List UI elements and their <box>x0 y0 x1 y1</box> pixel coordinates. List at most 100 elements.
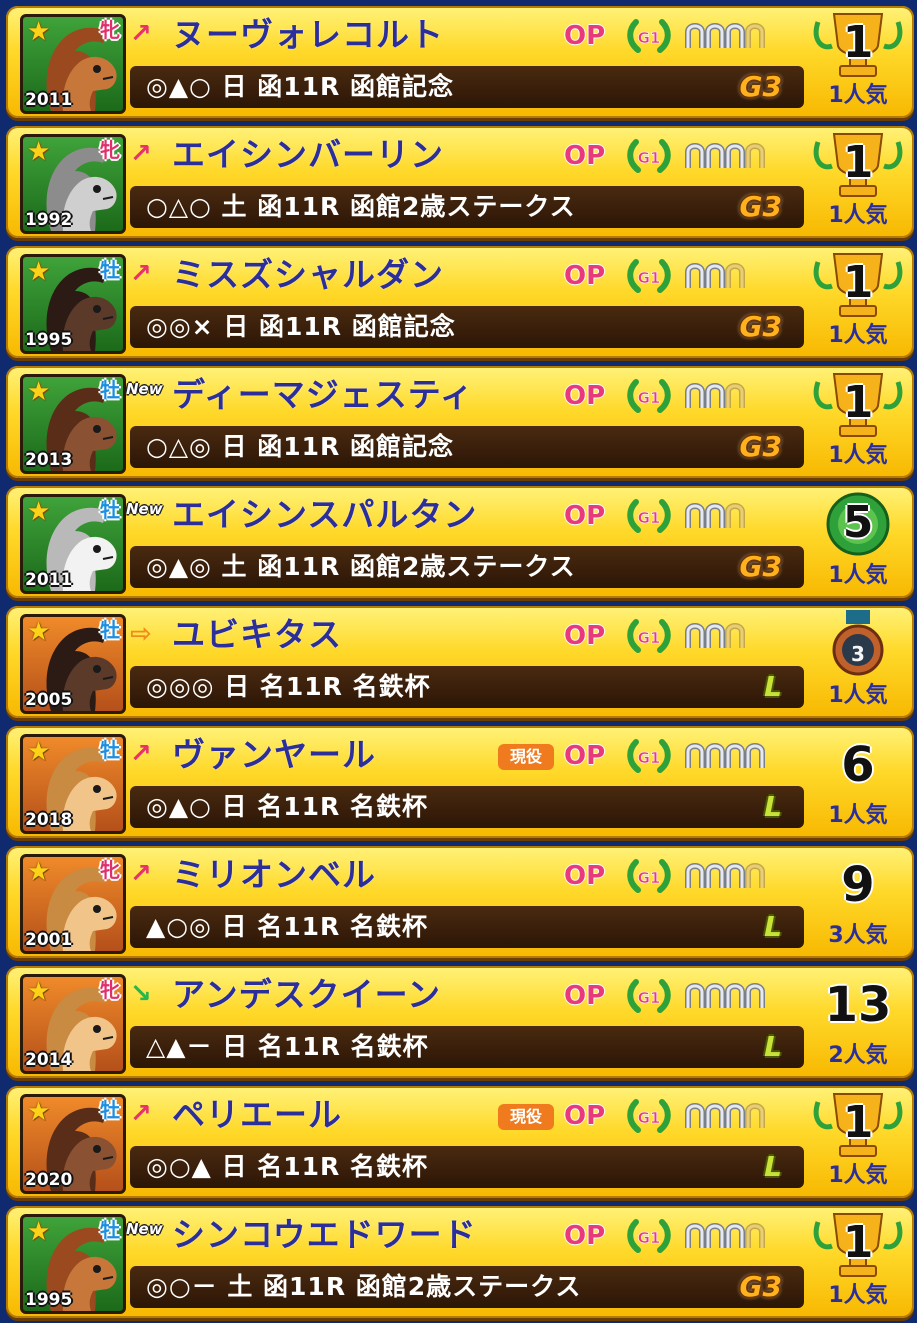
favorite-star-icon: ★ <box>27 17 51 47</box>
horseshoe-icon <box>745 1223 765 1248</box>
horseshoe-icon <box>725 863 745 888</box>
birth-year: 2001 <box>25 930 73 950</box>
op-label: OP <box>564 381 606 411</box>
horse-name: アンデスクイーン <box>172 975 442 1014</box>
g1-laurel-icon: G1 <box>627 499 671 533</box>
horse-portrait: ★ 牡 2018 <box>20 734 126 834</box>
horseshoe-icon <box>745 23 765 48</box>
race-info: ▲○◎ 日 名11R 名鉄杯 <box>146 912 429 941</box>
horseshoe-icon <box>705 1223 725 1248</box>
race-grade: L <box>764 670 782 703</box>
popularity-label: 1人気 <box>828 203 888 228</box>
race-info-bar: ◎○▲ 日 名11R 名鉄杯 L <box>130 1146 804 1188</box>
horseshoe-icon <box>725 1103 745 1128</box>
op-label: OP <box>564 21 606 51</box>
race-info-bar: ◎○－ 土 函11R 函館2歳ステークス G3 <box>130 1266 804 1308</box>
horseshoe-icon <box>685 863 705 888</box>
horse-row[interactable]: ★ 牡 2018 ↗ ヴァンヤール 現役 OP G1 ◎▲○ 日 名11R 名鉄… <box>6 726 914 838</box>
trend-arrow-icon: ↗ <box>130 739 152 769</box>
horseshoe-rating <box>684 20 765 52</box>
horseshoe-icon <box>705 503 725 528</box>
horse-portrait: ★ 牡 2005 <box>20 614 126 714</box>
birth-year: 1992 <box>25 210 73 230</box>
finish-rank: 6 1人気 <box>808 730 908 834</box>
horse-row[interactable]: ★ 牝 2011 ↗ ヌーヴォレコルト OP G1 ◎▲○ 日 函11R 函館記… <box>6 6 914 118</box>
rank-number: 1 <box>842 1097 874 1148</box>
race-grade: G3 <box>739 190 782 223</box>
race-info: ○△○ 土 函11R 函館2歳ステークス <box>146 192 576 221</box>
svg-text:G1: G1 <box>638 1229 661 1247</box>
svg-text:G1: G1 <box>638 869 661 887</box>
horse-row[interactable]: ★ 牝 1992 ↗ エイシンバーリン OP G1 ○△○ 土 函11R 函館2… <box>6 126 914 238</box>
g1-laurel-icon: G1 <box>627 979 671 1013</box>
horse-name: ディーマジェスティ <box>172 375 474 414</box>
horseshoe-icon <box>685 743 705 768</box>
race-grade: G3 <box>739 430 782 463</box>
trend-arrow-icon: ↗ <box>130 859 152 889</box>
g1-laurel-icon: G1 <box>627 139 671 173</box>
finish-rank: 1 1人気 <box>808 1090 908 1194</box>
active-badge: 現役 <box>498 1104 554 1130</box>
new-badge: New <box>126 500 163 518</box>
race-info-bar: ◎▲○ 日 函11R 函館記念 G3 <box>130 66 804 108</box>
horse-name: エイシンバーリン <box>172 135 444 174</box>
race-info: △▲－ 日 名11R 名鉄杯 <box>146 1032 429 1061</box>
rank-number: 1 <box>842 257 874 308</box>
horseshoe-rating <box>684 260 745 292</box>
op-label: OP <box>564 1221 606 1251</box>
race-info-bar: ◎◎× 日 函11R 函館記念 G3 <box>130 306 804 348</box>
favorite-star-icon: ★ <box>27 617 51 647</box>
favorite-star-icon: ★ <box>27 737 51 767</box>
horse-name: ペリエール <box>172 1095 342 1134</box>
horse-row[interactable]: ★ 牡 1995 New シンコウエドワード OP G1 ◎○－ 土 函11R … <box>6 1206 914 1318</box>
svg-text:G1: G1 <box>638 29 661 47</box>
g1-laurel-icon: G1 <box>627 19 671 53</box>
horseshoe-icon <box>685 983 705 1008</box>
horse-portrait: ★ 牡 2013 <box>20 374 126 474</box>
birth-year: 2011 <box>25 90 73 110</box>
op-label: OP <box>564 861 606 891</box>
finish-rank: 1 1人気 <box>808 250 908 354</box>
horseshoe-icon <box>685 143 705 168</box>
horse-name: エイシンスパルタン <box>172 495 478 534</box>
horseshoe-icon <box>685 23 705 48</box>
horseshoe-icon <box>725 503 745 528</box>
rank-number: 6 <box>841 737 875 793</box>
svg-text:G1: G1 <box>638 749 661 767</box>
trend-arrow-icon: ↘ <box>130 979 152 1009</box>
horse-row[interactable]: ★ 牡 2013 New ディーマジェスティ OP G1 ○△◎ 日 函11R … <box>6 366 914 478</box>
horse-row[interactable]: ★ 牡 2020 ↗ ペリエール 現役 OP G1 ◎○▲ 日 名11R 名鉄杯… <box>6 1086 914 1198</box>
horse-portrait: ★ 牡 1995 <box>20 1214 126 1314</box>
g1-laurel-icon: G1 <box>627 619 671 653</box>
horse-row[interactable]: ★ 牝 2001 ↗ ミリオンベル OP G1 ▲○◎ 日 名11R 名鉄杯 L… <box>6 846 914 958</box>
sex-label: 牝 <box>100 18 120 42</box>
horseshoe-icon <box>685 263 705 288</box>
horse-portrait: ★ 牡 1995 <box>20 254 126 354</box>
popularity-label: 1人気 <box>828 803 888 828</box>
horseshoe-icon <box>745 1103 765 1128</box>
birth-year: 2018 <box>25 810 73 830</box>
svg-text:G1: G1 <box>638 989 661 1007</box>
g1-laurel-icon: G1 <box>627 259 671 293</box>
race-info: ◎▲◎ 土 函11R 函館2歳ステークス <box>146 552 576 581</box>
race-info-bar: ○△◎ 日 函11R 函館記念 G3 <box>130 426 804 468</box>
horse-name: ミスズシャルダン <box>172 255 444 294</box>
race-info-bar: ◎▲◎ 土 函11R 函館2歳ステークス G3 <box>130 546 804 588</box>
sex-label: 牡 <box>100 1098 120 1122</box>
horseshoe-rating <box>684 1100 765 1132</box>
trend-arrow-icon: ↗ <box>130 259 152 289</box>
race-grade: G3 <box>739 310 782 343</box>
horse-row[interactable]: ★ 牡 2005 ⇨ ユビキタス OP G1 ◎◎◎ 日 名11R 名鉄杯 L … <box>6 606 914 718</box>
horse-row[interactable]: ★ 牝 2014 ↘ アンデスクイーン OP G1 △▲－ 日 名11R 名鉄杯… <box>6 966 914 1078</box>
svg-text:G1: G1 <box>638 269 661 287</box>
rank-number: 1 <box>842 377 874 428</box>
horse-row[interactable]: ★ 牡 2011 New エイシンスパルタン OP G1 ◎▲◎ 土 函11R … <box>6 486 914 598</box>
horseshoe-icon <box>725 23 745 48</box>
popularity-label: 2人気 <box>828 1043 888 1068</box>
sex-label: 牝 <box>100 138 120 162</box>
rank-number: 1 <box>842 137 874 188</box>
horseshoe-icon <box>725 383 745 408</box>
horseshoe-icon <box>725 143 745 168</box>
popularity-label: 1人気 <box>828 563 888 588</box>
horse-row[interactable]: ★ 牡 1995 ↗ ミスズシャルダン OP G1 ◎◎× 日 函11R 函館記… <box>6 246 914 358</box>
